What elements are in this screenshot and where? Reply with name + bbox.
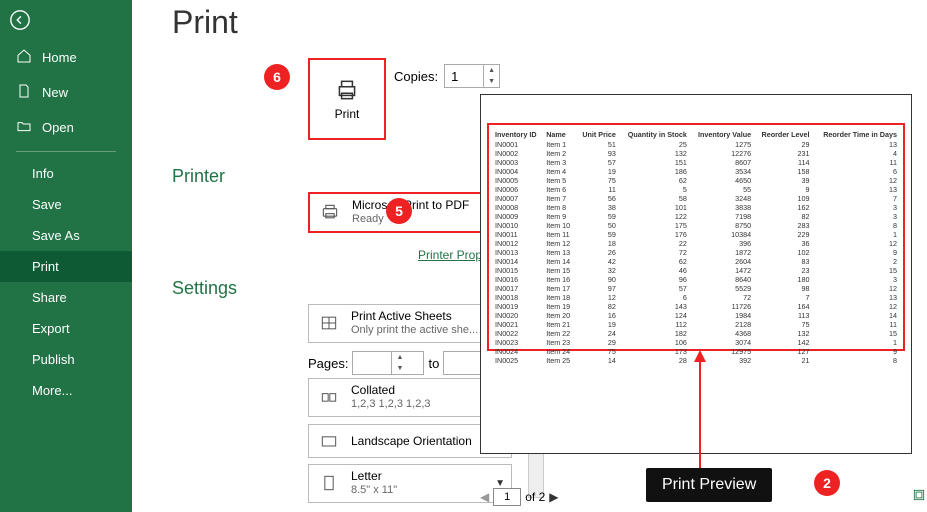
print-button-label: Print [335, 107, 360, 121]
folder-open-icon [16, 118, 32, 137]
pages-from[interactable]: ▲▼ [352, 351, 424, 375]
home-icon [16, 48, 32, 67]
copies-row: Copies: ▲▼ [394, 64, 500, 88]
printer-status: Ready [352, 213, 486, 227]
paper-sub: 8.5" x 11" [351, 484, 487, 498]
printer-heading: Printer [172, 166, 225, 187]
nav-info[interactable]: Info [0, 158, 132, 189]
annotation-badge-6: 6 [264, 64, 290, 90]
nav-label: Save As [32, 228, 80, 243]
paper-title: Letter [351, 469, 487, 484]
settings-heading: Settings [172, 278, 237, 299]
pages-from-input[interactable] [353, 356, 391, 371]
sheets-icon [315, 313, 343, 333]
scope-sub: Only print the active she... [351, 324, 487, 338]
nav-save-as[interactable]: Save As [0, 220, 132, 251]
annotation-badge-2: 2 [814, 470, 840, 496]
nav-new[interactable]: New [0, 75, 132, 110]
nav-save[interactable]: Save [0, 189, 132, 220]
nav-label: Save [32, 197, 62, 212]
backstage-sidebar: Home New Open Info Save Save As Print Sh… [0, 0, 132, 512]
copies-spinner[interactable]: ▲▼ [444, 64, 500, 88]
printer-icon [332, 77, 362, 103]
nav-more[interactable]: More... [0, 375, 132, 406]
nav-open[interactable]: Open [0, 110, 132, 145]
copies-input[interactable] [445, 69, 483, 84]
page-icon [315, 473, 343, 493]
preview-pager: ◀ of 2 ▶ [480, 488, 558, 506]
nav-export[interactable]: Export [0, 313, 132, 344]
nav-label: Share [32, 290, 67, 305]
orient-title: Landscape Orientation [351, 434, 487, 449]
spin-up-icon[interactable]: ▲ [484, 65, 499, 76]
collate-icon [315, 387, 343, 407]
printer-name: Microsoft Print to PDF [352, 198, 486, 213]
spin-up-icon[interactable]: ▲ [392, 352, 407, 363]
nav-label: Print [32, 259, 59, 274]
nav-label: Home [42, 50, 77, 65]
nav-label: Export [32, 321, 70, 336]
nav-label: Publish [32, 352, 75, 367]
collate-sub: 1,2,3 1,2,3 1,2,3 [351, 398, 487, 412]
spin-down-icon[interactable]: ▼ [392, 363, 407, 374]
pages-label: Pages: [308, 356, 348, 371]
annotation-badge-5: 5 [386, 198, 412, 224]
page-number-input[interactable] [493, 488, 521, 506]
pages-to-input[interactable] [444, 356, 482, 371]
page-of-label: of 2 [525, 490, 545, 504]
preview-callout: Print Preview [646, 468, 772, 502]
nav-home[interactable]: Home [0, 40, 132, 75]
preview-table-wrap: Inventory IDNameUnit PriceQuantity in St… [487, 123, 905, 351]
landscape-icon [315, 431, 343, 451]
spin-down-icon[interactable]: ▼ [484, 76, 499, 87]
annotation-arrow-icon [692, 350, 708, 470]
page-title: Print [172, 4, 927, 41]
nav-label: Info [32, 166, 54, 181]
prev-page-icon[interactable]: ◀ [480, 490, 489, 504]
collate-title: Collated [351, 383, 487, 398]
nav-print[interactable]: Print [0, 251, 132, 282]
printer-icon [316, 202, 344, 222]
show-margins-icon[interactable] [912, 488, 926, 507]
back-button[interactable] [0, 0, 40, 40]
file-icon [16, 83, 32, 102]
nav-label: Open [42, 120, 74, 135]
next-page-icon[interactable]: ▶ [549, 490, 558, 504]
print-button[interactable]: Print [308, 58, 386, 140]
nav-label: New [42, 85, 68, 100]
nav-publish[interactable]: Publish [0, 344, 132, 375]
nav-label: More... [32, 383, 72, 398]
nav-share[interactable]: Share [0, 282, 132, 313]
to-label: to [428, 356, 439, 371]
scope-title: Print Active Sheets [351, 309, 487, 324]
separator [16, 151, 116, 152]
preview-table: Inventory IDNameUnit PriceQuantity in St… [493, 129, 899, 365]
copies-label: Copies: [394, 69, 438, 84]
